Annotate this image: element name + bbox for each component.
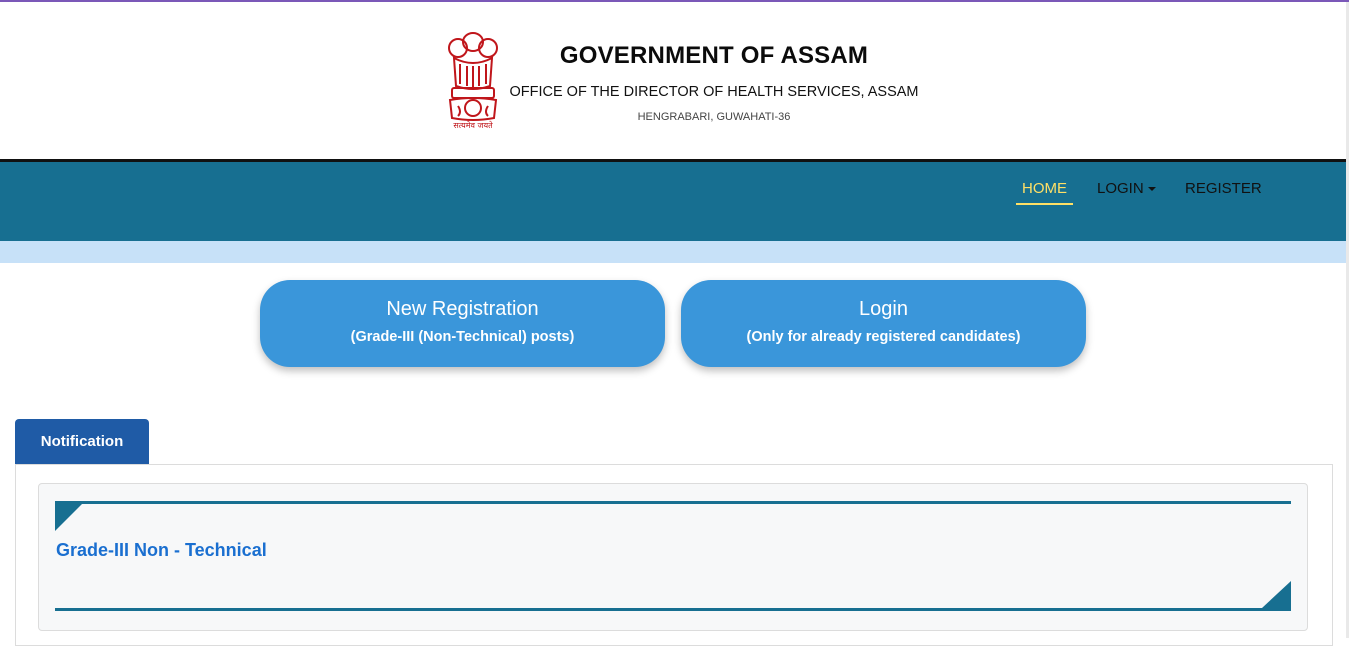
main-navbar: HOME LOGIN REGISTER <box>0 162 1346 241</box>
new-registration-button[interactable]: New Registration (Grade-III (Non-Technic… <box>260 280 665 367</box>
tab-notification[interactable]: Notification <box>15 419 149 464</box>
office-address: HENGRABARI, GUWAHATI-36 <box>637 111 791 123</box>
site-header: सत्यमेव जयते GOVERNMENT OF ASSAM OFFICE … <box>0 2 1346 159</box>
new-registration-title: New Registration <box>386 298 539 320</box>
nav-home-link[interactable]: HOME <box>1016 180 1073 205</box>
nav-login-dropdown[interactable]: LOGIN <box>1097 180 1156 203</box>
login-subtitle: (Only for already registered candidates) <box>746 329 1021 345</box>
emblem-motto: सत्यमेव जयते <box>453 121 493 130</box>
sub-banner-strip <box>0 241 1346 263</box>
login-title: Login <box>859 298 908 320</box>
notification-link-grade-iii[interactable]: Grade-III Non - Technical <box>56 540 267 561</box>
card-corner-decoration <box>1262 581 1291 608</box>
nav-login-label: LOGIN <box>1097 180 1144 197</box>
card-corner-decoration <box>55 504 82 531</box>
new-registration-subtitle: (Grade-III (Non-Technical) posts) <box>350 329 575 345</box>
card-top-rule <box>55 501 1291 504</box>
nav-register-link[interactable]: REGISTER <box>1185 180 1262 203</box>
caret-down-icon <box>1147 187 1156 192</box>
page-title: GOVERNMENT OF ASSAM <box>559 42 869 69</box>
login-button[interactable]: Login (Only for already registered candi… <box>681 280 1086 367</box>
card-bottom-rule <box>55 608 1291 611</box>
office-subtitle: OFFICE OF THE DIRECTOR OF HEALTH SERVICE… <box>509 84 919 100</box>
